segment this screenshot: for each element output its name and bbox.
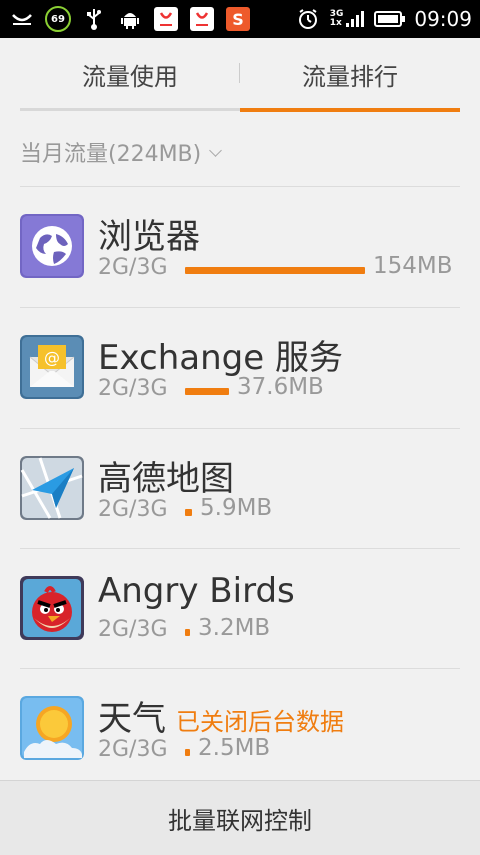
android-debug-icon — [116, 6, 144, 32]
tab-traffic-usage[interactable]: 流量使用 — [20, 38, 240, 110]
usage-bar — [185, 629, 190, 636]
month-traffic-label: 当月流量(224MB) — [20, 142, 202, 167]
app-name: 高德地图 — [98, 459, 234, 499]
angry-birds-icon — [20, 576, 84, 640]
app-name: Angry Birds — [98, 571, 295, 611]
shopping-bag-icon — [188, 6, 216, 32]
exchange-mail-icon: @ — [20, 335, 84, 399]
clock: 09:09 — [414, 7, 472, 31]
status-bar: 69 S 3G 1x 09:09 — [0, 0, 480, 38]
month-traffic-selector[interactable]: 当月流量(224MB) — [20, 132, 223, 172]
app-name-text: 天气 — [98, 699, 166, 739]
network-type: 2G/3G — [98, 497, 168, 522]
usage-bar — [185, 509, 192, 516]
tab-traffic-ranking[interactable]: 流量排行 — [240, 38, 460, 110]
usage-bar — [185, 267, 365, 274]
network-type: 2G/3G — [98, 376, 168, 401]
shopping-bag-icon — [152, 6, 180, 32]
usage-value: 5.9MB — [200, 495, 273, 521]
gaode-map-icon — [20, 456, 84, 520]
app-name: 天气 已关闭后台数据 — [98, 691, 344, 740]
tab-indicator — [20, 108, 240, 111]
app-s-icon: S — [224, 6, 252, 32]
batch-network-control-button[interactable]: 批量联网控制 — [0, 780, 480, 855]
alarm-icon — [294, 6, 322, 32]
battery-icon — [374, 6, 406, 32]
chevron-down-icon — [209, 143, 223, 157]
usb-icon — [80, 6, 108, 32]
svg-text:@: @ — [44, 348, 60, 367]
usage-bar — [185, 388, 229, 395]
signal-icon: 3G 1x — [330, 10, 367, 28]
network-type: 2G/3G — [98, 737, 168, 762]
tab-active-indicator — [240, 108, 460, 112]
tab-bar: 流量使用 流量排行 — [20, 38, 460, 112]
app-name: 浏览器 — [98, 217, 200, 257]
browser-globe-icon — [20, 214, 84, 278]
network-type: 2G/3G — [98, 617, 168, 642]
usage-value: 3.2MB — [198, 615, 271, 641]
list-item[interactable]: 天气 已关闭后台数据 2G/3G 2.5MB — [0, 669, 480, 789]
list-item[interactable]: Angry Birds 2G/3G 3.2MB — [0, 549, 480, 669]
usage-bar — [185, 749, 190, 756]
usage-value: 37.6MB — [237, 374, 324, 400]
weather-sun-icon — [20, 696, 84, 760]
app-name: Exchange 服务 — [98, 338, 343, 378]
usage-value: 2.5MB — [198, 735, 271, 761]
network-type: 2G/3G — [98, 255, 168, 280]
usage-value: 154MB — [373, 253, 453, 279]
background-data-disabled-note: 已关闭后台数据 — [176, 708, 344, 736]
list-item[interactable]: @ Exchange 服务 2G/3G 37.6MB — [0, 308, 480, 428]
battery-saver-icon: 69 — [44, 6, 72, 32]
list-item[interactable]: 浏览器 2G/3G 154MB — [0, 187, 480, 307]
notification-icon — [8, 6, 36, 32]
list-item[interactable]: 高德地图 2G/3G 5.9MB — [0, 429, 480, 549]
